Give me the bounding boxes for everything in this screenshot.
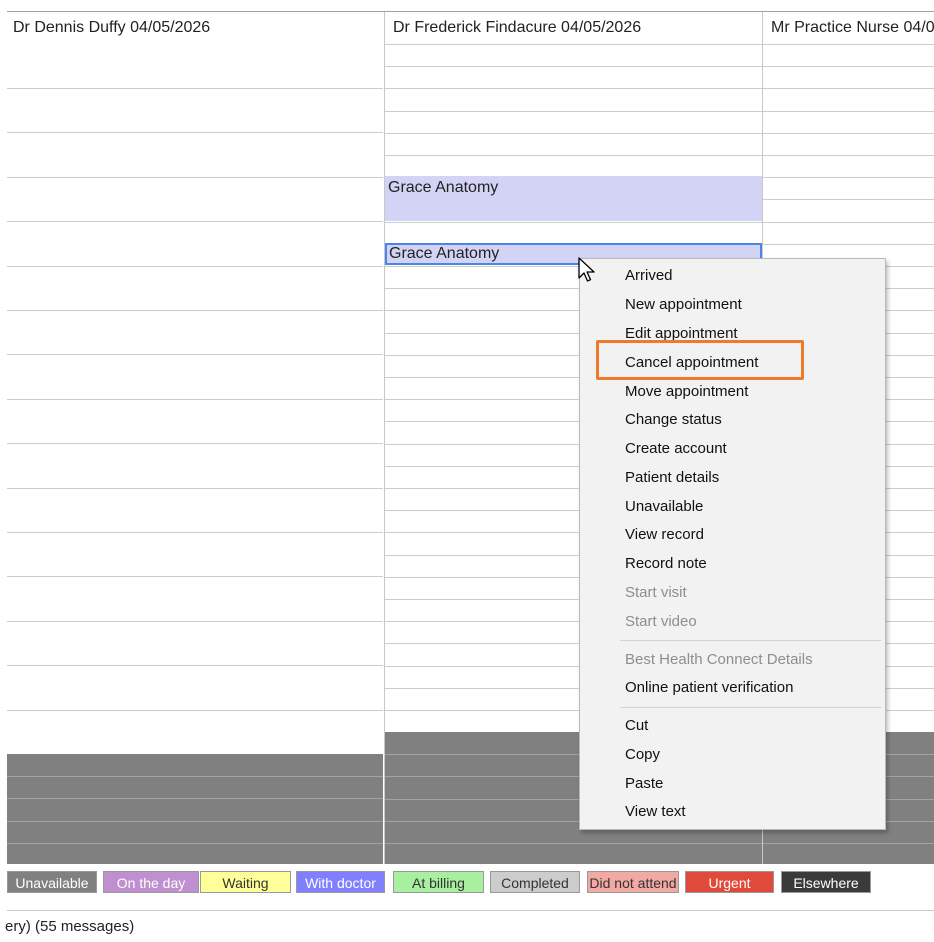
slot-divider: [763, 199, 934, 200]
slot-divider: [7, 354, 383, 355]
menu-item-view-text[interactable]: View text: [625, 802, 686, 822]
legend-unavailable: Unavailable: [7, 871, 97, 893]
menu-item-view-record[interactable]: View record: [625, 525, 704, 545]
slot-divider: [763, 44, 934, 45]
menu-separator: [620, 707, 881, 708]
time-slots[interactable]: [7, 12, 383, 864]
slot-divider: [385, 44, 762, 45]
slot-divider: [7, 132, 383, 133]
unavailable-slot-divider: [7, 776, 383, 777]
legend-at-billing: At billing: [393, 871, 484, 893]
slot-divider: [763, 155, 934, 156]
slot-divider: [385, 111, 762, 112]
unavailable-slot-divider: [7, 821, 383, 822]
slot-divider: [763, 222, 934, 223]
mouse-pointer-icon: [578, 257, 595, 282]
status-bar-text: ery) (55 messages): [5, 918, 135, 935]
slot-divider: [763, 66, 934, 67]
menu-item-move-appointment[interactable]: Move appointment: [625, 382, 748, 402]
slot-divider: [385, 133, 762, 134]
menu-item-online-patient-verification[interactable]: Online patient verification: [625, 678, 793, 698]
slot-divider: [7, 177, 383, 178]
unavailable-slot-divider: [7, 798, 383, 799]
cancel-appointment-highlight: [596, 340, 804, 380]
column-header[interactable]: Dr Dennis Duffy 04/05/2026: [7, 12, 383, 44]
slot-divider: [763, 133, 934, 134]
legend-did-not-attend: Did not attend: [587, 871, 679, 893]
slot-divider: [7, 266, 383, 267]
menu-item-new-appointment[interactable]: New appointment: [625, 295, 742, 315]
legend-elsewhere: Elsewhere: [781, 871, 871, 893]
slot-divider: [763, 177, 934, 178]
slot-divider: [7, 221, 383, 222]
slot-divider: [7, 399, 383, 400]
slot-divider: [385, 66, 762, 67]
slot-divider: [385, 155, 762, 156]
unavailable-slot-divider: [763, 843, 934, 844]
doctor-column-duffy[interactable]: Dr Dennis Duffy 04/05/2026: [7, 12, 383, 864]
slot-divider: [763, 244, 934, 245]
slot-divider: [763, 111, 934, 112]
menu-item-start-video: Start video: [625, 613, 697, 630]
appointment-slot[interactable]: Grace Anatomy: [385, 176, 762, 221]
legend-urgent: Urgent: [685, 871, 774, 893]
slot-divider: [7, 576, 383, 577]
menu-item-create-account[interactable]: Create account: [625, 439, 727, 459]
slot-divider: [7, 665, 383, 666]
legend-on-the-day: On the day: [103, 871, 199, 893]
menu-item-patient-details[interactable]: Patient details: [625, 468, 719, 488]
status-bar-divider: [7, 910, 934, 911]
slot-divider: [7, 88, 383, 89]
unavailable-slot-divider: [7, 843, 383, 844]
menu-item-copy[interactable]: Copy: [625, 745, 660, 765]
slot-divider: [7, 532, 383, 533]
menu-item-start-visit: Start visit: [625, 584, 687, 601]
menu-item-arrived[interactable]: Arrived: [625, 266, 673, 286]
menu-item-change-status[interactable]: Change status: [625, 410, 722, 430]
unavailable-block[interactable]: [7, 754, 383, 864]
column-header[interactable]: Dr Frederick Findacure 04/05/2026: [385, 12, 762, 44]
legend-completed: Completed: [490, 871, 580, 893]
menu-item-cut[interactable]: Cut: [625, 716, 648, 736]
menu-item-paste[interactable]: Paste: [625, 774, 663, 794]
slot-divider: [385, 222, 762, 223]
slot-divider: [7, 621, 383, 622]
legend-with-doctor: With doctor: [296, 871, 385, 893]
slot-divider: [7, 488, 383, 489]
slot-divider: [7, 443, 383, 444]
column-header[interactable]: Mr Practice Nurse 04/05/2026: [763, 12, 934, 44]
menu-item-best-health-connect: Best Health Connect Details: [625, 651, 813, 668]
legend-waiting: Waiting: [200, 871, 291, 893]
unavailable-slot-divider: [385, 843, 762, 844]
slot-divider: [7, 710, 383, 711]
slot-divider: [385, 88, 762, 89]
menu-separator: [620, 640, 881, 641]
menu-item-record-note[interactable]: Record note: [625, 554, 707, 574]
slot-divider: [7, 310, 383, 311]
slot-divider: [763, 88, 934, 89]
menu-item-unavailable[interactable]: Unavailable: [625, 497, 703, 517]
